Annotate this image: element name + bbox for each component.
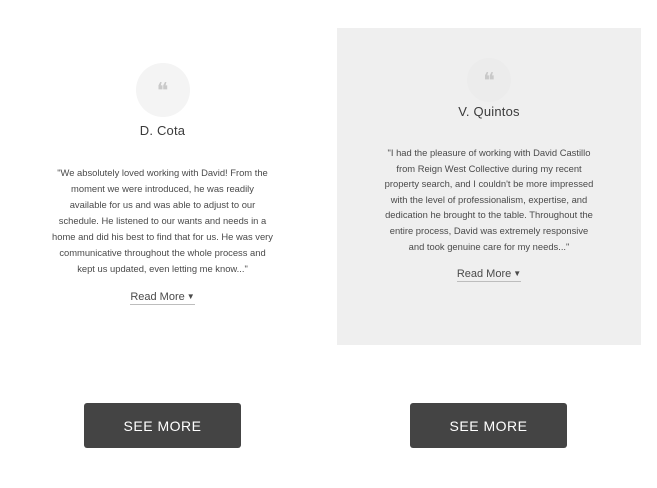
see-more-button[interactable]: SEE MORE bbox=[410, 403, 567, 448]
read-more-label: Read More bbox=[130, 291, 185, 303]
read-more-link[interactable]: Read More ▼ bbox=[456, 268, 522, 283]
chevron-down-icon: ▼ bbox=[513, 269, 522, 279]
see-more-button[interactable]: SEE MORE bbox=[84, 403, 241, 448]
testimonial-text: "We absolutely loved working with David!… bbox=[52, 167, 273, 274]
read-more-link[interactable]: Read More ▼ bbox=[130, 291, 195, 305]
testimonial-card-quintos: ❝ V. Quintos "I had the pleasure of work… bbox=[337, 28, 641, 345]
read-more-label: Read More bbox=[456, 268, 512, 281]
testimonial-card-cota: ❝ D. Cota "We absolutely loved working w… bbox=[0, 28, 325, 345]
quote-icon: ❝ bbox=[135, 63, 190, 117]
testimonial-text: "I had the pleasure of working with Davi… bbox=[384, 147, 594, 252]
chevron-down-icon: ▼ bbox=[186, 292, 195, 301]
quote-icon: ❝ bbox=[467, 58, 511, 102]
testimonial-author: V. Quintos bbox=[458, 104, 520, 119]
testimonial-author: D. Cota bbox=[139, 123, 186, 138]
